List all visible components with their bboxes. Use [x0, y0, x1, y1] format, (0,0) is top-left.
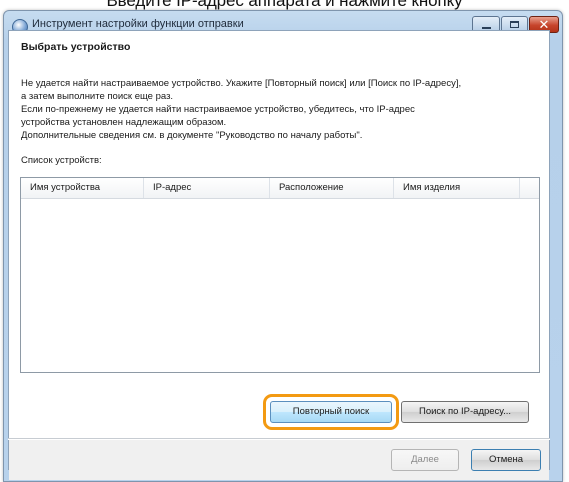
column-header-product-name[interactable]: Имя изделия: [394, 178, 520, 198]
message-line: а затем выполните поиск еще раз.: [21, 91, 174, 102]
footer-divider: [8, 438, 550, 440]
minimize-icon: [481, 26, 491, 29]
retry-search-button[interactable]: Повторный поиск: [270, 401, 392, 423]
section-title: Выбрать устройство: [21, 41, 131, 53]
device-list-label: Список устройств:: [21, 155, 102, 166]
message-line: Не удается найти настраиваемое устройств…: [21, 78, 462, 89]
message-line: Если по-прежнему не удается найти настра…: [21, 104, 415, 115]
cancel-button[interactable]: Отмена: [471, 449, 541, 471]
instruction-message: Не удается найти настраиваемое устройств…: [21, 77, 541, 142]
column-header-filler: [520, 178, 539, 198]
message-line: Дополнительные сведения см. в документе …: [21, 130, 363, 141]
maximize-icon: [510, 21, 519, 28]
column-header-location[interactable]: Расположение: [270, 178, 394, 198]
column-header-device-name[interactable]: Имя устройства: [21, 178, 144, 198]
dialog-footer: [9, 439, 549, 480]
column-header-ip-address[interactable]: IP-адрес: [144, 178, 270, 198]
window-title: Инструмент настройки функции отправки: [32, 18, 244, 30]
next-button[interactable]: Далее: [391, 449, 459, 471]
ip-search-button[interactable]: Поиск по IP-адресу...: [401, 401, 529, 423]
device-list-header: Имя устройства IP-адрес Расположение Имя…: [21, 178, 539, 199]
message-line: устройства установлен надлежащим образом…: [21, 117, 227, 128]
device-list[interactable]: Имя устройства IP-адрес Расположение Имя…: [20, 177, 540, 373]
